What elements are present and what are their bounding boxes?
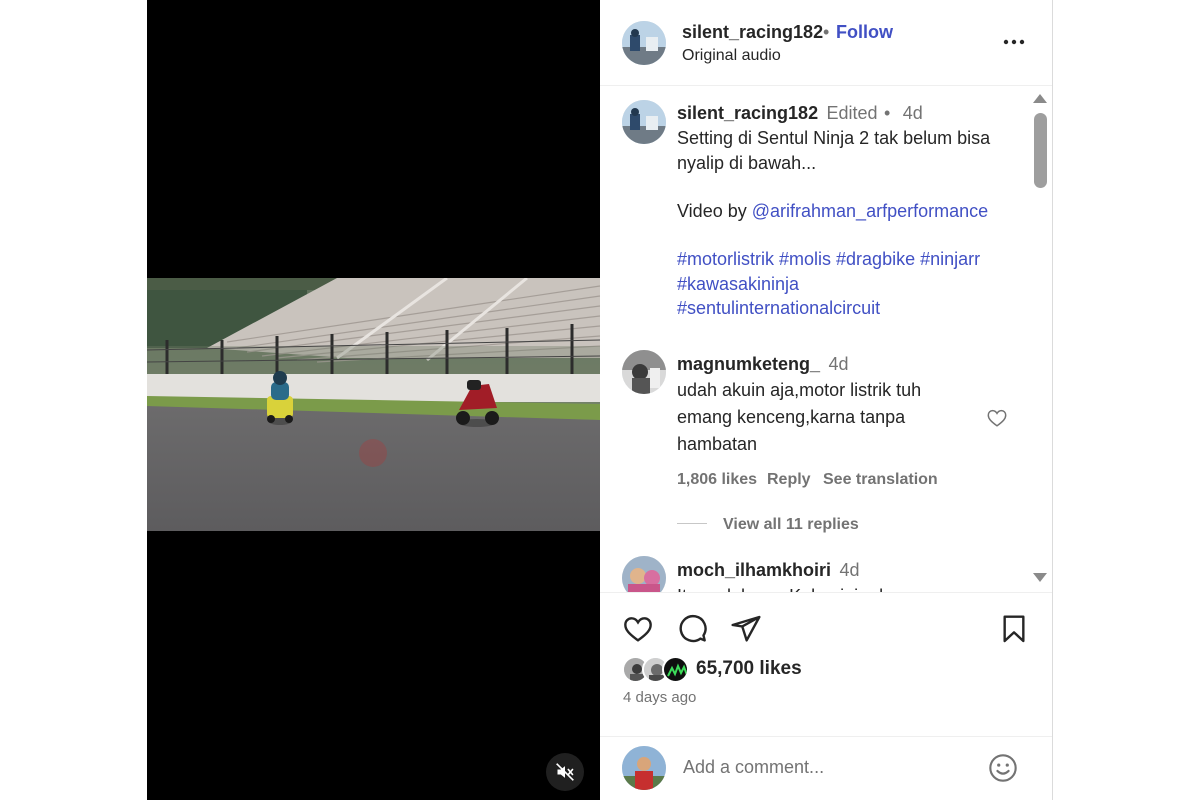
likes-count[interactable]: 65,700 likes: [696, 658, 802, 680]
post-actions: 65,700 likes 4 days ago: [600, 592, 1052, 800]
comment-header: moch_ilhamkhoiri 4d: [677, 560, 860, 581]
commenter-avatar[interactable]: [622, 556, 666, 592]
post-time[interactable]: 4 days ago: [623, 689, 696, 706]
comment-button[interactable]: [676, 613, 708, 645]
emoji-button[interactable]: [987, 752, 1019, 784]
comment-input[interactable]: [683, 755, 973, 779]
audio-label[interactable]: Original audio: [682, 47, 781, 65]
bookmark-icon: [1003, 615, 1025, 643]
hashtags-line-1[interactable]: #motorlistrik #molis #dragbike #ninjarr: [677, 249, 980, 270]
heart-icon: [987, 409, 1007, 427]
follow-button[interactable]: Follow: [836, 22, 893, 43]
caption-video-credit: Video by @arifrahman_arfperformance: [677, 201, 988, 222]
author-username[interactable]: silent_racing182: [682, 22, 823, 43]
comments-section[interactable]: silent_racing182 Edited • 4d Setting di …: [600, 86, 1052, 592]
comment-age[interactable]: 4d: [829, 354, 849, 374]
more-options-button[interactable]: [1002, 30, 1026, 54]
hashtags-line-3[interactable]: #sentulinternationalcircuit: [677, 298, 880, 319]
caption-header: silent_racing182 Edited • 4d: [677, 103, 923, 124]
caption-separator: •: [884, 103, 891, 123]
caption-age[interactable]: 4d: [903, 103, 923, 123]
mention-link[interactable]: @arifrahman_arfperformance: [752, 201, 988, 221]
comment-text-line-1: udah akuin aja,motor listrik tuh: [677, 380, 922, 400]
caption-line-2: nyalip di bawah...: [677, 153, 817, 173]
mute-button[interactable]: [546, 753, 584, 791]
video-by-label: Video by: [677, 201, 747, 221]
replies-divider: [677, 523, 707, 524]
see-translation-button[interactable]: See translation: [823, 471, 938, 489]
author-avatar[interactable]: [622, 21, 666, 65]
comment-header: magnumketeng_ 4d: [677, 354, 849, 375]
comment-text-line-1: Itu sadah sus Kalau ini ada: [677, 583, 893, 592]
comment-icon: [679, 615, 707, 643]
caption-author-avatar[interactable]: [622, 100, 666, 144]
more-options-icon: [1003, 39, 1025, 45]
comment-username[interactable]: magnumketeng_: [677, 354, 820, 374]
mute-icon: [556, 763, 574, 781]
comment-like-button[interactable]: [986, 407, 1008, 429]
caption-username[interactable]: silent_racing182: [677, 103, 818, 123]
comment-age[interactable]: 4d: [840, 560, 860, 580]
post-header: silent_racing182 • Follow Original audio: [600, 0, 1052, 86]
hashtags-line-2[interactable]: #kawasakininja: [677, 274, 799, 295]
video-frame[interactable]: [147, 278, 600, 531]
view-replies-button[interactable]: View all 11 replies: [723, 516, 859, 534]
reply-button[interactable]: Reply: [767, 471, 811, 489]
post-details-panel: silent_racing182 • Follow Original audio…: [600, 0, 1052, 800]
comment-text-line-2: emang kenceng,karna tanpa: [677, 407, 906, 427]
liked-by-avatars[interactable]: [622, 656, 692, 684]
comment-username[interactable]: moch_ilhamkhoiri: [677, 560, 831, 580]
scroll-up-arrow[interactable]: [1033, 94, 1047, 103]
caption-line-1: Setting di Sentul Ninja 2 tak belum bisa: [677, 128, 991, 148]
like-button[interactable]: [622, 613, 654, 645]
header-separator: •: [823, 22, 830, 42]
edited-label: Edited: [826, 103, 878, 123]
emoji-icon: [989, 754, 1017, 782]
comment-likes[interactable]: 1,806 likes: [677, 471, 757, 489]
share-button[interactable]: [730, 613, 762, 645]
scroll-thumb[interactable]: [1034, 113, 1047, 188]
scroll-down-arrow[interactable]: [1033, 573, 1047, 582]
heart-icon: [624, 617, 652, 642]
save-button[interactable]: [998, 613, 1030, 645]
comment-text-line-3: hambatan: [677, 434, 758, 454]
share-icon: [731, 615, 761, 642]
liker-avatar: [662, 656, 689, 683]
video-player[interactable]: [147, 0, 600, 800]
commenter-avatar[interactable]: [622, 350, 666, 394]
current-user-avatar: [622, 746, 666, 790]
